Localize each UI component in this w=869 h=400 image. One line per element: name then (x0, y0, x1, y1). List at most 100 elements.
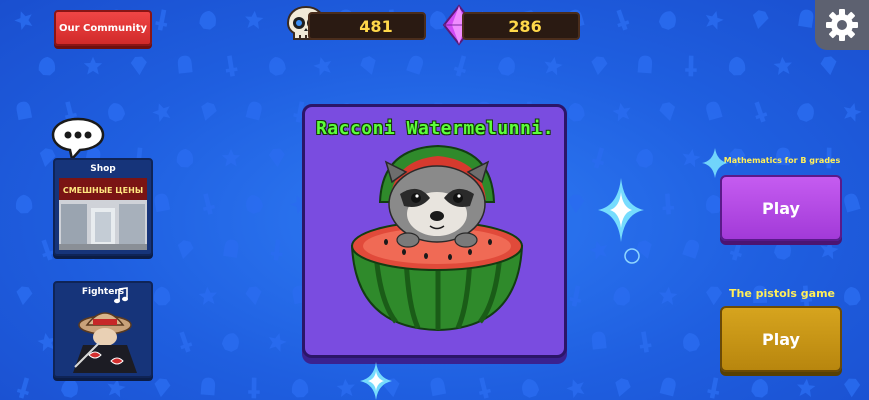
background-pattern-icon (658, 11, 676, 30)
shop-tile[interactable]: Shop СМЕШНЫЕ ЦЕНЫ (53, 158, 153, 256)
background-pattern-icon (615, 378, 631, 397)
skulls-counter: 481 (308, 12, 426, 40)
background-pattern-icon (659, 286, 678, 305)
shop-storefront-image: СМЕШНЫЕ ЦЕНЫ (59, 178, 147, 250)
background-pattern-icon (453, 55, 467, 77)
background-pattern-icon (478, 377, 491, 399)
background-pattern-icon (16, 286, 33, 306)
background-pattern-icon (245, 286, 262, 306)
background-pattern-icon (685, 55, 697, 77)
background-pattern-icon (155, 9, 168, 31)
background-pattern-icon (38, 56, 56, 76)
background-pattern-icon (591, 56, 608, 76)
background-pattern-icon (223, 239, 239, 258)
background-pattern-icon (16, 377, 30, 399)
background-pattern-icon (659, 102, 676, 121)
shop-label: Shop (90, 164, 116, 174)
background-pattern-icon (639, 331, 652, 353)
shop-sign-text: СМЕШНЫЕ ЦЕНЫ (63, 186, 143, 195)
background-pattern-icon (682, 239, 700, 259)
background-pattern-icon (773, 56, 792, 75)
background-pattern-icon (268, 333, 287, 352)
background-pattern-icon (751, 378, 768, 398)
background-pattern-icon (177, 240, 194, 259)
background-pattern-icon (796, 103, 814, 122)
background-pattern-icon (612, 102, 631, 122)
gear-icon (826, 9, 858, 41)
background-pattern-icon (659, 377, 676, 397)
background-pattern-icon (591, 147, 605, 169)
background-pattern-icon (820, 240, 839, 260)
background-pattern-icon (61, 379, 78, 398)
background-pattern-icon (566, 379, 585, 398)
mode2-play-button[interactable]: Play (720, 306, 842, 372)
background-pattern-icon (589, 241, 608, 260)
fighter-character-image (73, 312, 137, 373)
background-pattern-icon (705, 11, 724, 30)
background-pattern-icon (108, 103, 126, 122)
background-pattern-icon (176, 148, 194, 168)
background-pattern-icon (16, 101, 33, 121)
background-pattern-icon (83, 56, 103, 75)
background-pattern-icon (152, 103, 171, 122)
background-pattern-icon (591, 331, 607, 350)
background-pattern-icon (754, 101, 768, 123)
background-pattern-icon (360, 56, 376, 75)
background-pattern-icon (728, 56, 746, 76)
background-pattern-icon (844, 378, 861, 398)
background-pattern-icon (177, 55, 193, 74)
background-pattern-icon (153, 286, 171, 306)
background-pattern-icon (14, 11, 33, 30)
background-pattern-icon (522, 379, 540, 398)
background-pattern-icon (15, 194, 33, 214)
background-pattern-icon (107, 378, 126, 398)
background-pattern-icon (706, 101, 723, 121)
background-pattern-icon (245, 101, 262, 121)
background-pattern-icon (707, 377, 720, 399)
background-pattern-icon (291, 378, 309, 398)
background-pattern-icon (729, 239, 743, 261)
background-pattern-icon (613, 286, 630, 306)
background-pattern-icon (843, 103, 862, 122)
background-pattern-icon (569, 285, 582, 307)
featured-character-title: Racconi Watermelunni. (315, 118, 555, 139)
chat-bubble-icon[interactable] (50, 116, 106, 162)
fighters-label: Fighters (81, 287, 125, 297)
background-pattern-icon (774, 241, 791, 260)
background-pattern-icon (245, 10, 264, 29)
background-pattern-icon (225, 55, 238, 77)
fighters-tile[interactable]: Fighters (53, 281, 153, 378)
background-pattern-icon (430, 377, 447, 397)
background-pattern-icon (568, 194, 585, 214)
our-community-button[interactable]: Our Community (54, 10, 152, 46)
background-pattern-icon (198, 286, 217, 305)
music-note-icon (114, 287, 128, 304)
background-pattern-icon (498, 57, 515, 76)
mode1-play-button[interactable]: Play (720, 175, 842, 241)
background-pattern-icon (820, 56, 837, 76)
sparkle-ring (624, 248, 640, 264)
background-pattern-icon (682, 148, 701, 168)
background-pattern-icon (200, 377, 216, 396)
background-pattern-icon (130, 56, 147, 76)
background-pattern-icon (154, 378, 171, 398)
background-pattern-icon (202, 193, 215, 215)
sparkle-icon (360, 362, 392, 400)
background-pattern-icon (179, 331, 193, 353)
settings-button[interactable] (815, 0, 869, 50)
background-pattern-icon (844, 193, 861, 213)
background-pattern-icon (798, 9, 814, 28)
mode2-title: The pistols game (729, 287, 835, 300)
raccoon-watermelon-image (350, 144, 524, 332)
background-pattern-icon (248, 377, 260, 399)
background-pattern-icon (199, 10, 216, 30)
background-pattern-icon (797, 378, 816, 397)
background-pattern-icon (336, 378, 355, 397)
background-pattern-icon (268, 148, 285, 168)
gems-counter: 286 (462, 12, 580, 40)
sparkle-icon (598, 178, 644, 242)
sparkle-icon (702, 148, 728, 178)
background-pattern-icon (221, 148, 241, 167)
background-pattern-icon (269, 57, 286, 76)
background-pattern-icon (662, 193, 675, 215)
